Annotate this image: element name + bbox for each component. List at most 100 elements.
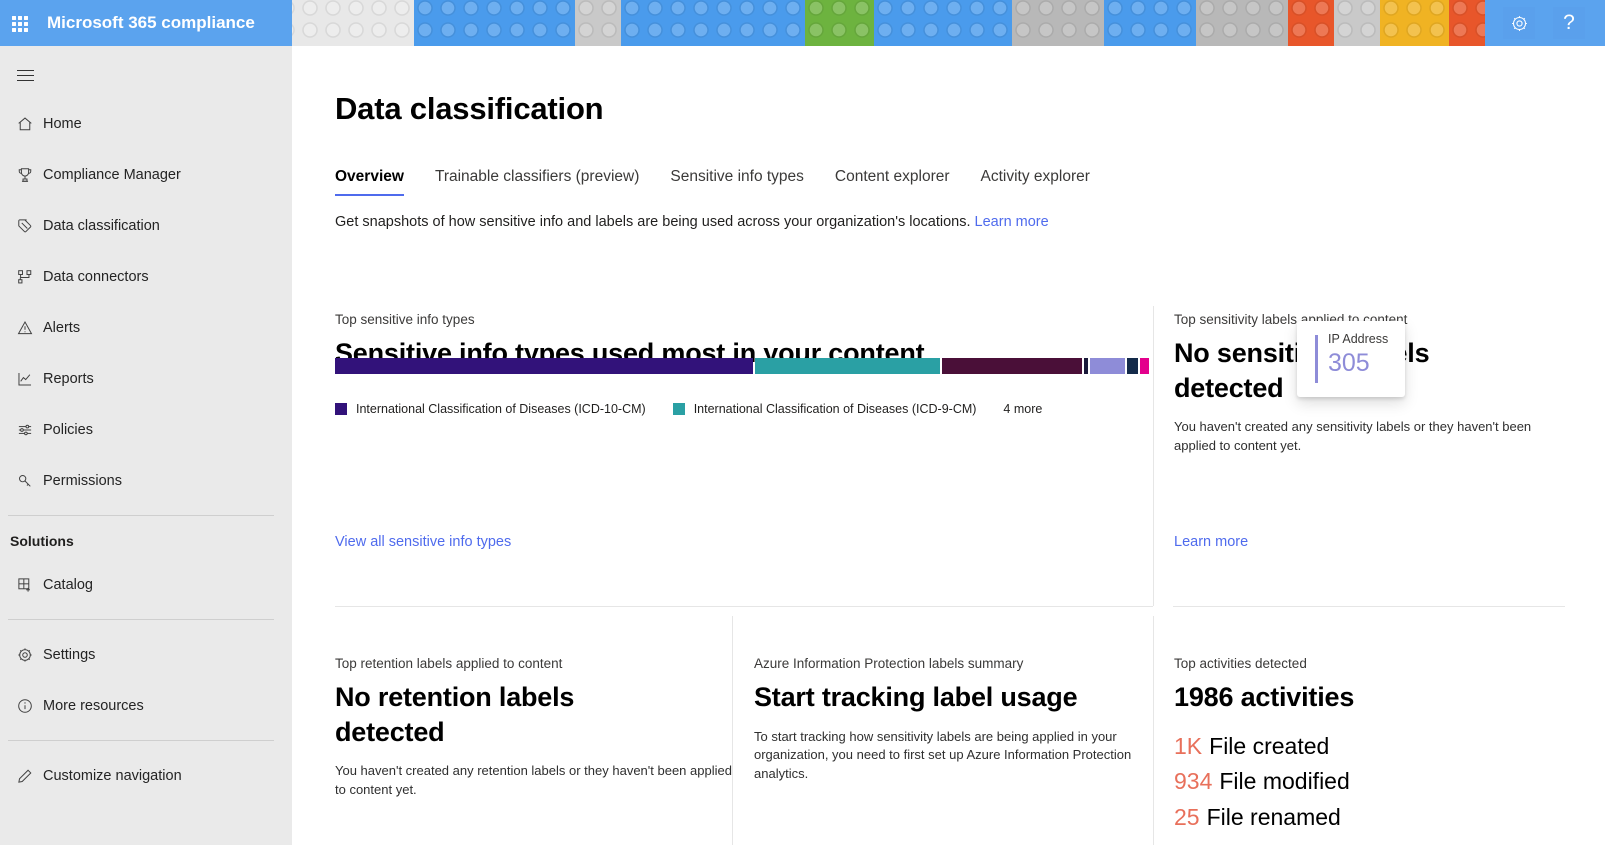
primary-nav-list: Home Compliance Manager Data classif	[0, 98, 292, 801]
sidebar-item-customize-navigation[interactable]: Customize navigation	[0, 750, 292, 801]
lego-studs	[1012, 0, 1104, 46]
lego-brick	[1288, 0, 1334, 46]
legend-entry-icd-10[interactable]: International Classification of Diseases…	[335, 402, 646, 416]
tab-sensitive-info-types[interactable]: Sensitive info types	[670, 168, 804, 196]
tab-activity-explorer[interactable]: Activity explorer	[981, 168, 1090, 196]
card-aip-labels-summary: Azure Information Protection labels summ…	[754, 656, 1144, 784]
lego-brick	[1334, 0, 1380, 46]
lego-studs	[322, 0, 368, 46]
legend-label: International Classification of Diseases…	[694, 402, 977, 416]
bar-segment[interactable]	[1127, 358, 1138, 374]
legend-entry-icd-9[interactable]: International Classification of Diseases…	[673, 402, 977, 416]
legend-more-link[interactable]: 4 more	[1003, 402, 1042, 416]
column-divider-top	[1153, 306, 1154, 606]
sidebar-item-settings[interactable]: Settings	[0, 629, 292, 680]
tag-icon	[10, 215, 40, 237]
sensitive-info-stacked-bar[interactable]	[335, 358, 1149, 374]
bar-segment[interactable]	[335, 358, 753, 374]
card-headline: Start tracking label usage	[754, 680, 1144, 715]
card-body: You haven't created any sensitivity labe…	[1174, 418, 1534, 456]
line-chart-icon	[10, 368, 40, 390]
tab-content-explorer[interactable]: Content explorer	[835, 168, 950, 196]
lego-brick	[506, 0, 575, 46]
sidebar-item-label: Policies	[43, 422, 93, 438]
info-circle-icon	[10, 695, 40, 717]
waffle-app-launcher-icon[interactable]	[6, 10, 34, 38]
sidebar-item-policies[interactable]: Policies	[0, 404, 292, 455]
suite-title[interactable]: Microsoft 365 compliance	[47, 0, 255, 46]
legend-swatch	[335, 403, 347, 415]
sidebar-divider-2	[8, 619, 274, 620]
tab-overview[interactable]: Overview	[335, 168, 404, 196]
card-eyebrow: Top activities detected	[1174, 656, 1554, 671]
card-eyebrow: Top retention labels applied to content	[335, 656, 735, 671]
hamburger-bars	[17, 66, 34, 85]
bar-segment[interactable]	[1090, 358, 1125, 374]
card-body: You haven't created any retention labels…	[335, 762, 735, 800]
card-top-retention-labels: Top retention labels applied to content …	[335, 656, 735, 800]
hamburger-icon[interactable]	[8, 58, 42, 92]
gear-icon	[10, 644, 40, 666]
tab-trainable-classifiers[interactable]: Trainable classifiers (preview)	[435, 168, 639, 196]
lego-studs	[966, 0, 1012, 46]
connectors-icon	[10, 266, 40, 288]
tooltip-label: IP Address	[1328, 332, 1388, 346]
trophy-icon	[10, 164, 40, 186]
sidebar-item-label: Reports	[43, 371, 94, 387]
row-divider-left	[335, 606, 1153, 607]
activity-count: 934	[1174, 768, 1212, 794]
sidebar-item-alerts[interactable]: Alerts	[0, 302, 292, 353]
sidebar-item-data-classification[interactable]: Data classification	[0, 200, 292, 251]
gear-icon[interactable]	[1503, 7, 1535, 39]
sidebar-item-more-resources[interactable]: More resources	[0, 680, 292, 731]
lego-studs	[506, 0, 575, 46]
lego-brick	[1196, 0, 1288, 46]
view-all-sensitive-info-types-link[interactable]: View all sensitive info types	[335, 534, 511, 550]
card-body: To start tracking how sensitivity labels…	[754, 728, 1144, 785]
bar-segment[interactable]	[942, 358, 1082, 374]
lego-studs	[414, 0, 506, 46]
lego-brick	[414, 0, 506, 46]
card-eyebrow: Top sensitive info types	[335, 312, 1135, 327]
lego-brick	[368, 0, 414, 46]
card-top-activities-detected: Top activities detected 1986 activities …	[1174, 656, 1554, 835]
sidebar-item-reports[interactable]: Reports	[0, 353, 292, 404]
lego-studs	[713, 0, 805, 46]
lego-brick	[874, 0, 920, 46]
legend-label: International Classification of Diseases…	[356, 402, 646, 416]
sidebar-item-compliance-manager[interactable]: Compliance Manager	[0, 149, 292, 200]
activity-count: 1K	[1174, 733, 1202, 759]
bar-segment[interactable]	[755, 358, 940, 374]
activity-label: File created	[1209, 733, 1329, 759]
learn-more-link[interactable]: Learn more	[975, 214, 1049, 230]
sidebar-divider-1	[8, 515, 274, 516]
activity-row: 1K File created	[1174, 729, 1554, 765]
page-title: Data classification	[335, 91, 603, 127]
grid-plus-icon	[10, 574, 40, 596]
bar-segment[interactable]	[1140, 358, 1149, 374]
sidebar-item-home[interactable]: Home	[0, 98, 292, 149]
tooltip-accent-bar	[1315, 335, 1318, 383]
sidebar-item-catalog[interactable]: Catalog	[0, 559, 292, 610]
lego-studs	[874, 0, 920, 46]
legend-swatch	[673, 403, 685, 415]
lego-brick	[1012, 0, 1104, 46]
sidebar-item-data-connectors[interactable]: Data connectors	[0, 251, 292, 302]
sensitivity-labels-learn-more-link[interactable]: Learn more	[1174, 534, 1248, 550]
lego-brick	[713, 0, 805, 46]
warning-triangle-icon	[10, 317, 40, 339]
bar-hover-tooltip: IP Address 305	[1297, 321, 1405, 397]
activities-list: 1KFile created 934File modified 25File r…	[1174, 729, 1554, 836]
lego-studs	[1380, 0, 1449, 46]
page-description: Get snapshots of how sensitive info and …	[335, 214, 1049, 230]
lego-studs	[368, 0, 414, 46]
sidebar-item-label: Settings	[43, 647, 95, 663]
lego-studs	[805, 0, 874, 46]
question-mark-icon[interactable]: ?	[1553, 7, 1585, 39]
bar-segment[interactable]	[1084, 358, 1088, 374]
page-description-text: Get snapshots of how sensitive info and …	[335, 214, 971, 230]
lego-brick	[1104, 0, 1196, 46]
sidebar-item-label: More resources	[43, 698, 144, 714]
sidebar-item-permissions[interactable]: Permissions	[0, 455, 292, 506]
lego-brick	[966, 0, 1012, 46]
